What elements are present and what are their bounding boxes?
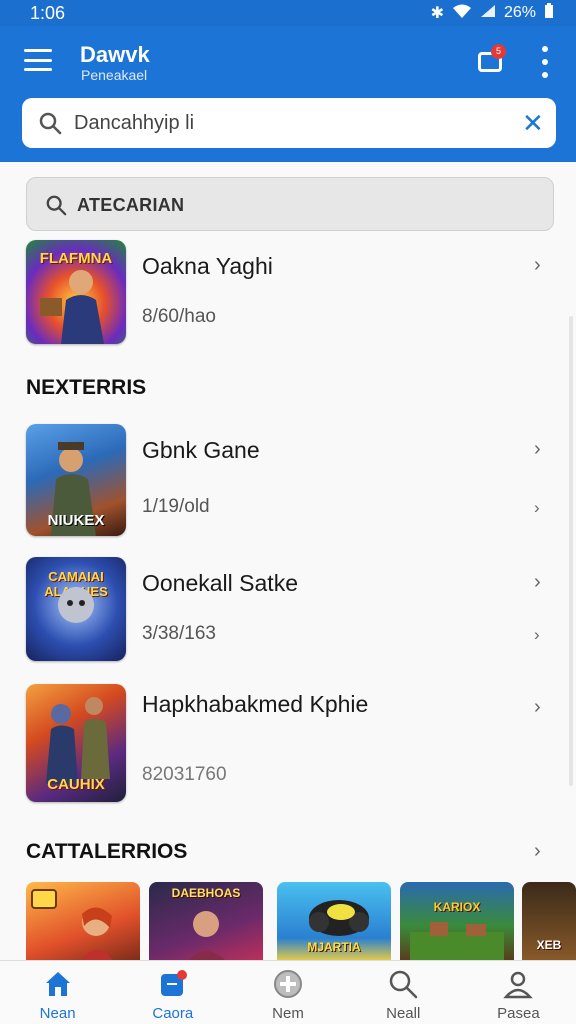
category-tile[interactable]: DAEBHOAS xyxy=(149,882,263,960)
menu-icon xyxy=(24,49,52,52)
category-tile[interactable] xyxy=(26,882,140,960)
menu-button[interactable] xyxy=(22,46,54,74)
section-heading-next: NEXTERRIS xyxy=(26,376,147,399)
search-icon xyxy=(45,194,67,221)
chevron-right-icon: › xyxy=(534,696,541,718)
search-bar[interactable]: Dancahhyip li ✕ xyxy=(22,98,556,148)
game-title: Gbnk Gane xyxy=(142,437,260,463)
search-input[interactable]: Dancahhyip li xyxy=(74,112,194,135)
list-item[interactable]: CAMAIAI ALAGHES Oonekall Satke 3/38/163 … xyxy=(26,557,556,661)
filter-label: ATECARIAN xyxy=(77,195,185,215)
chevron-right-icon: › xyxy=(534,438,541,460)
chevron-right-icon: › xyxy=(534,498,540,517)
main-content: ATECARIAN FLAFMNA Oakna Yaghi 8/60/hao ›… xyxy=(0,162,576,960)
featured-game-row[interactable]: FLAFMNA Oakna Yaghi 8/60/hao › xyxy=(26,240,556,346)
game-thumbnail: FLAFMNA xyxy=(26,240,126,344)
home-icon xyxy=(43,969,73,999)
library-icon xyxy=(158,969,188,999)
search-icon xyxy=(38,111,62,140)
game-thumbnail: NIUKEX xyxy=(26,424,126,536)
game-thumbnail: CAMAIAI ALAGHES xyxy=(26,557,126,661)
list-item[interactable]: CAUHIX Hapkhabakmed Kphie 82031760 › xyxy=(26,684,556,802)
more-vert-icon xyxy=(542,46,548,52)
category-tile[interactable]: MJARTIA xyxy=(277,882,391,960)
battery-icon xyxy=(544,2,554,24)
wifi-icon xyxy=(452,3,472,24)
app-subtitle: Peneakael xyxy=(81,67,148,83)
notification-badge: 5 xyxy=(491,44,506,59)
app-bar: Dawvk Peneakael 5 Dancahhyip li ✕ xyxy=(0,26,576,162)
category-tile[interactable]: XEB xyxy=(522,882,576,960)
clear-search-icon[interactable]: ✕ xyxy=(522,110,544,136)
signal-icon xyxy=(480,4,496,23)
scrollbar[interactable] xyxy=(569,316,573,786)
category-tile[interactable]: KARIOX xyxy=(400,882,514,960)
nav-search[interactable]: Neall xyxy=(346,961,461,1024)
bottom-navigation: Nean Caora Nem Neall Pasea xyxy=(0,960,576,1024)
status-bar: 1:06 ✱ 26% xyxy=(0,0,576,26)
chevron-right-icon: › xyxy=(534,625,540,644)
bluetooth-icon: ✱ xyxy=(430,5,444,22)
battery-percent: 26% xyxy=(503,4,536,21)
status-time: 1:06 xyxy=(30,2,66,23)
nav-add[interactable]: Nem xyxy=(230,961,345,1024)
nav-home[interactable]: Nean xyxy=(0,961,115,1024)
game-meta: 3/38/163 xyxy=(142,623,216,644)
chevron-right-icon[interactable]: › xyxy=(534,840,541,863)
more-options-button[interactable] xyxy=(538,46,552,78)
filter-search-field[interactable]: ATECARIAN xyxy=(26,177,554,231)
chevron-right-icon: › xyxy=(534,254,541,276)
game-meta: 82031760 xyxy=(142,764,227,785)
game-title: Oakna Yaghi xyxy=(142,253,273,279)
nav-library[interactable]: Caora xyxy=(115,961,230,1024)
game-meta: 1/19/old xyxy=(142,496,210,517)
category-carousel[interactable]: DAEBHOAS MJARTIA KARIOX XEB xyxy=(26,882,576,960)
game-thumbnail: CAUHIX xyxy=(26,684,126,802)
thumbnail-label: NIUKEX xyxy=(47,512,105,529)
list-item[interactable]: NIUKEX Gbnk Gane 1/19/old › › xyxy=(26,424,556,536)
nav-profile[interactable]: Pasea xyxy=(461,961,576,1024)
game-title: Oonekall Satke xyxy=(142,570,298,596)
section-heading-categories: CATTALERRIOS xyxy=(26,840,188,863)
notifications-button[interactable]: 5 xyxy=(476,44,506,76)
profile-icon xyxy=(503,969,534,999)
search-icon xyxy=(388,969,418,999)
game-title: Hapkhabakmed Kphie xyxy=(142,691,369,717)
chevron-right-icon: › xyxy=(534,571,541,593)
thumbnail-label: CAUHIX xyxy=(47,776,105,793)
add-circle-icon xyxy=(273,969,303,999)
app-title: Dawvk xyxy=(80,42,150,67)
game-meta: 8/60/hao xyxy=(142,306,216,327)
